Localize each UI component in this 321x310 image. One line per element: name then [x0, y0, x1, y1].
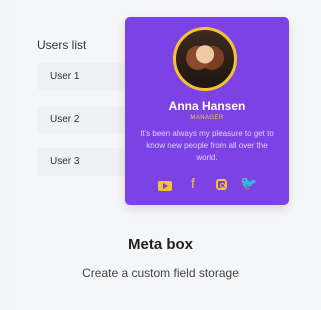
instagram-icon[interactable] [213, 175, 229, 191]
profile-role: MANAGER [190, 115, 224, 121]
avatar [173, 27, 237, 91]
meta-box-subtitle: Create a custom field storage [82, 266, 239, 280]
facebook-icon[interactable]: f [185, 175, 201, 191]
profile-card: Anna Hansen MANAGER It's been always my … [125, 17, 289, 205]
profile-bio: It's been always my pleasure to get to k… [140, 129, 274, 162]
user-item[interactable]: User 1 [38, 63, 136, 91]
user-item[interactable]: User 3 [38, 148, 136, 176]
youtube-icon[interactable] [157, 175, 173, 191]
twitter-icon[interactable]: 🐦 [240, 175, 257, 191]
meta-box-title: Meta box [127, 236, 193, 253]
social-links: f 🐦 [125, 175, 289, 191]
user-item[interactable]: User 2 [38, 106, 136, 134]
profile-name: Anna Hansen [168, 99, 246, 113]
users-list-title: Users list [37, 38, 87, 52]
